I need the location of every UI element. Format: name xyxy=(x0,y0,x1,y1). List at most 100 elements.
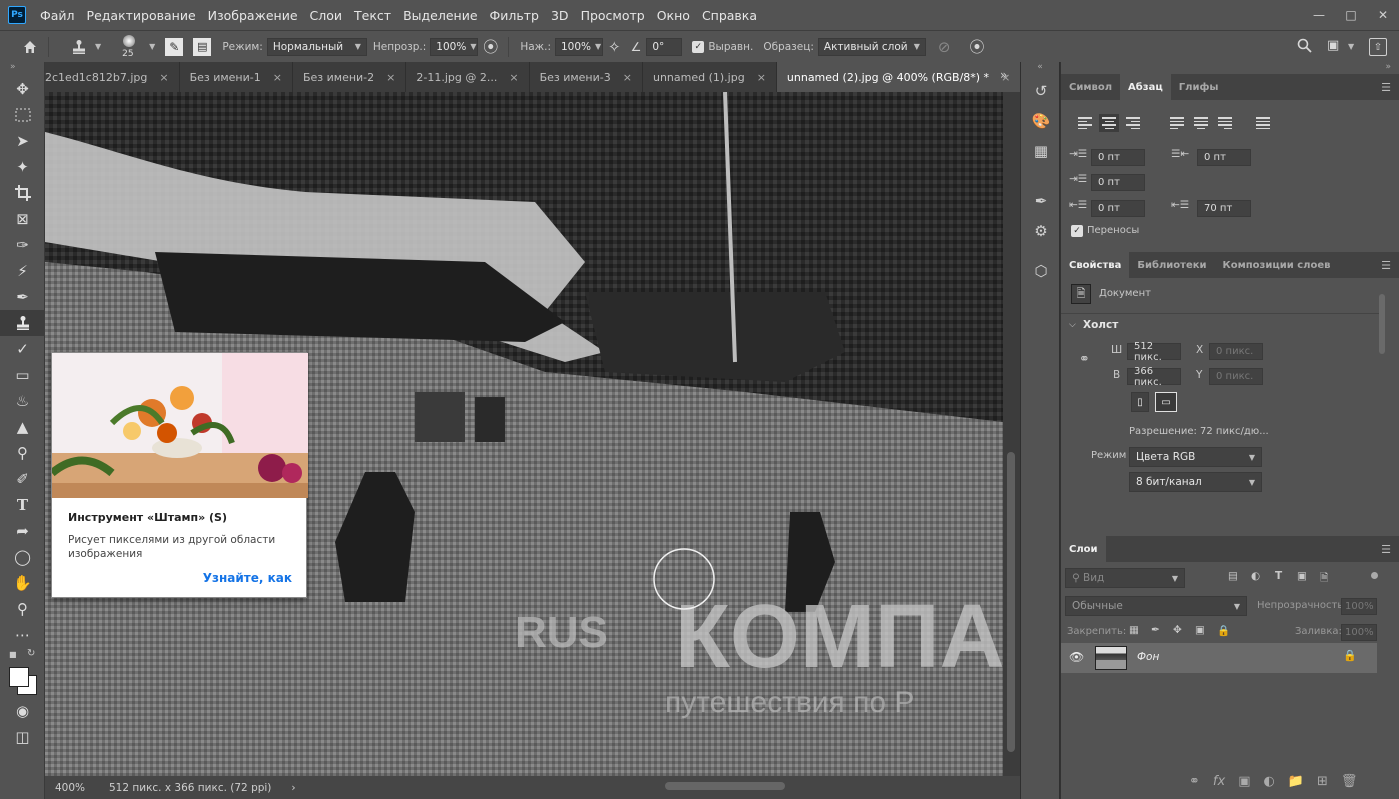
new-group-icon[interactable]: 📁 xyxy=(1288,774,1304,789)
panels-collapse-icon[interactable]: » xyxy=(1061,62,1399,74)
panel-menu-icon[interactable]: ☰ xyxy=(1381,81,1391,94)
status-expand-icon[interactable]: › xyxy=(291,782,295,794)
swatches-panel-icon[interactable]: ▦ xyxy=(1021,136,1061,166)
filter-shape-icon[interactable]: ▣ xyxy=(1297,570,1307,582)
chevron-down-icon[interactable]: ▼ xyxy=(1348,42,1354,51)
add-mask-icon[interactable]: ▣ xyxy=(1238,774,1250,789)
layer-row[interactable]: 👁 Фон 🔒 xyxy=(1061,643,1377,673)
blur-tool-icon[interactable]: ▲ xyxy=(0,414,45,440)
ellipse-tool-icon[interactable]: ◯ xyxy=(0,544,45,570)
learn-how-link[interactable]: Узнайте, как xyxy=(203,571,292,585)
menu-item[interactable]: Изображение xyxy=(202,8,304,23)
chevron-down-icon[interactable]: ▼ xyxy=(149,42,155,51)
menu-item[interactable]: Файл xyxy=(34,8,81,23)
color-panel-icon[interactable]: 🎨 xyxy=(1021,106,1061,136)
link-layers-icon[interactable]: ⚭ xyxy=(1189,774,1200,789)
path-selection-tool-icon[interactable]: ➦ xyxy=(0,518,45,544)
pen-tool-icon[interactable]: ✐ xyxy=(0,466,45,492)
sample-select[interactable]: Активный слой ▼ xyxy=(817,37,926,56)
crop-tool-icon[interactable] xyxy=(0,180,45,206)
filter-pixel-icon[interactable]: ▤ xyxy=(1228,570,1238,582)
clone-stamp-preset-icon[interactable] xyxy=(72,39,86,55)
hyphenate-checkbox[interactable]: ✓ xyxy=(1071,225,1083,237)
share-icon[interactable]: ⇧ xyxy=(1369,38,1387,56)
adjustment-layer-icon[interactable]: ◐ xyxy=(1263,774,1274,789)
strip-collapse-icon[interactable]: « xyxy=(1021,62,1059,76)
color-mode-select[interactable]: Цвета RGB ▼ xyxy=(1129,447,1262,467)
pressure-opacity-icon[interactable]: ⦿ xyxy=(483,36,498,57)
justify-last-right-icon[interactable] xyxy=(1215,114,1235,132)
scroll-thumb[interactable] xyxy=(1007,452,1015,752)
properties-scrollbar[interactable] xyxy=(1379,294,1385,354)
frame-tool-icon[interactable]: ⊠ xyxy=(0,206,45,232)
healing-brush-tool-icon[interactable]: ⚡ xyxy=(0,258,45,284)
aligned-checkbox[interactable]: ✓ xyxy=(692,40,705,53)
close-tab-icon[interactable]: × xyxy=(159,71,168,84)
menu-item[interactable]: Просмотр xyxy=(575,8,651,23)
tab-layers[interactable]: Слои xyxy=(1061,536,1106,562)
delete-layer-icon[interactable]: 🗑 xyxy=(1341,774,1358,789)
justify-last-center-icon[interactable] xyxy=(1191,114,1211,132)
filter-smart-object-icon[interactable]: 🗎 xyxy=(1320,570,1328,588)
panel-menu-icon[interactable]: ☰ xyxy=(1381,259,1391,272)
menu-item[interactable]: Фильтр xyxy=(484,8,545,23)
layer-style-icon[interactable]: fx xyxy=(1213,774,1225,789)
link-dimensions-icon[interactable]: ⚭ xyxy=(1079,352,1090,367)
eyedropper-tool-icon[interactable]: ✑ xyxy=(0,232,45,258)
home-icon[interactable] xyxy=(22,39,38,55)
brushes-panel-icon[interactable]: ✒ xyxy=(1021,186,1061,216)
lock-artboard-icon[interactable]: ▣ xyxy=(1195,624,1205,636)
align-right-icon[interactable] xyxy=(1123,114,1143,132)
paint-bucket-tool-icon[interactable]: ♨ xyxy=(0,388,45,414)
menu-item[interactable]: Редактирование xyxy=(81,8,202,23)
brush-tool-icon[interactable]: ✒ xyxy=(0,284,45,310)
document-tab[interactable]: 2-11.jpg @ 2... × xyxy=(406,62,530,92)
justify-last-left-icon[interactable] xyxy=(1167,114,1187,132)
indent-left-input[interactable]: 0 пт xyxy=(1091,149,1145,166)
close-tab-icon[interactable]: × xyxy=(623,71,632,84)
eraser-tool-icon[interactable]: ▭ xyxy=(0,362,45,388)
panel-tab[interactable]: Символ xyxy=(1061,74,1120,100)
lasso-tool-icon[interactable]: ➤ xyxy=(0,128,45,154)
y-input[interactable]: 0 пикс. xyxy=(1209,368,1263,385)
brush-settings-icon[interactable]: ✎ xyxy=(165,37,184,56)
lock-image-icon[interactable]: ✒ xyxy=(1151,624,1160,636)
space-after-input[interactable]: 70 пт xyxy=(1197,200,1251,217)
height-input[interactable]: 366 пикс. xyxy=(1127,366,1181,388)
vertical-scrollbar[interactable] xyxy=(1003,92,1020,776)
panel-tab[interactable]: Абзац xyxy=(1120,74,1171,100)
3d-panel-icon[interactable]: ⬡ xyxy=(1021,256,1061,286)
default-colors-icon[interactable]: ■ xyxy=(9,650,17,659)
document-tab[interactable]: Без имени-3 × xyxy=(529,62,643,92)
layer-filter-select[interactable]: ⚲ Вид ▼ xyxy=(1065,568,1185,588)
marquee-tool-icon[interactable] xyxy=(0,102,45,128)
document-tab[interactable]: unnamed (2).jpg @ 400% (RGB/8*) * × xyxy=(776,62,1022,92)
document-tab[interactable]: Без имени-2 × xyxy=(292,62,407,92)
pressure-input[interactable]: 100% ▼ xyxy=(554,37,603,56)
align-center-icon[interactable] xyxy=(1099,114,1119,132)
close-tab-icon[interactable]: × xyxy=(757,71,766,84)
close-tab-icon[interactable]: × xyxy=(273,71,282,84)
screen-mode-icon[interactable]: ◫ xyxy=(0,724,45,750)
filter-type-icon[interactable]: T xyxy=(1275,570,1282,582)
move-tool-icon[interactable]: ✥ xyxy=(0,76,45,102)
brush-preview[interactable]: 25 xyxy=(115,32,145,62)
ignore-adjustment-layers-icon[interactable]: ⊘ xyxy=(938,38,951,56)
layer-opacity-input[interactable]: 100% xyxy=(1341,598,1377,615)
panel-tab[interactable]: Свойства xyxy=(1061,252,1130,278)
zoom-level[interactable]: 400% xyxy=(55,782,107,794)
color-swatches[interactable]: ■ ↻ xyxy=(0,648,44,698)
quick-selection-tool-icon[interactable]: ✦ xyxy=(0,154,45,180)
chevron-down-icon[interactable]: ▼ xyxy=(95,42,101,51)
close-tab-icon[interactable]: × xyxy=(386,71,395,84)
angle-input[interactable]: 0° xyxy=(646,37,683,56)
menu-item[interactable]: Справка xyxy=(696,8,763,23)
canvas-collapse-icon[interactable]: ⌵ xyxy=(1069,320,1076,330)
opacity-input[interactable]: 100% ▼ xyxy=(430,37,479,56)
panel-tab[interactable]: Глифы xyxy=(1171,74,1227,100)
dodge-tool-icon[interactable]: ⚲ xyxy=(0,440,45,466)
tabs-overflow-icon[interactable]: » xyxy=(1000,68,1007,82)
pressure-size-icon[interactable]: ⦿ xyxy=(969,36,984,57)
quick-mask-icon[interactable]: ◉ xyxy=(0,698,45,724)
bit-depth-select[interactable]: 8 бит/канал ▼ xyxy=(1129,472,1262,492)
